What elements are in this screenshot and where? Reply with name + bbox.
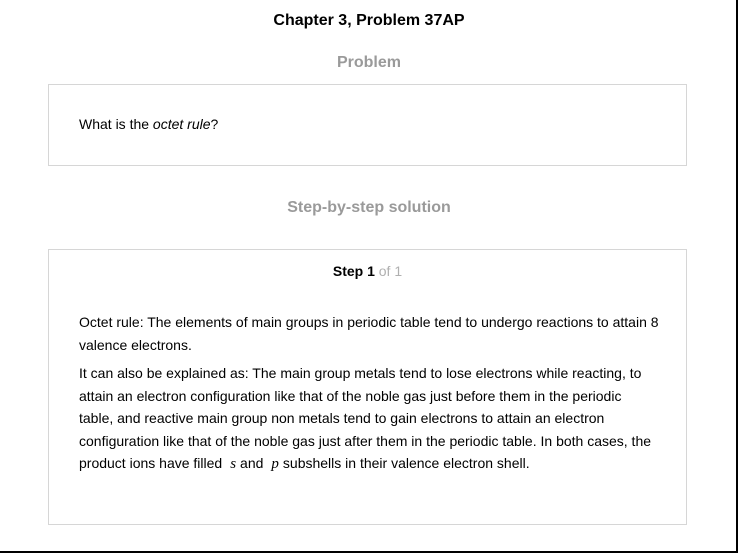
solution-heading: Step-by-step solution [287, 199, 451, 216]
and-word: and [240, 455, 264, 471]
step-number: Step 1 [332, 263, 375, 279]
solution-paragraph-2: It can also be explained as: The main gr… [79, 362, 659, 476]
problem-text-before: What is the [79, 116, 153, 132]
paragraph-2-end: subshells in their valence electron shel… [282, 455, 530, 471]
math-variable-p: p [271, 456, 279, 472]
solution-box: Step 1 of 1 Octet rule: The elements of … [48, 249, 687, 525]
problem-text-after: ? [210, 116, 219, 132]
solution-paragraph-1: Octet rule: The elements of main groups … [79, 314, 659, 353]
problem-box: What is the octet rule? [48, 84, 687, 166]
step-total: of 1 [378, 263, 403, 279]
math-variable-s: s [230, 456, 237, 472]
step-indicator: Step 1 of 1 [49, 263, 686, 279]
chapter-title: Chapter 3, Problem 37AP [273, 12, 465, 29]
problem-heading: Problem [336, 54, 401, 71]
problem-text-emphasis: octet rule [152, 116, 211, 132]
problem-question: What is the octet rule? [79, 116, 218, 132]
